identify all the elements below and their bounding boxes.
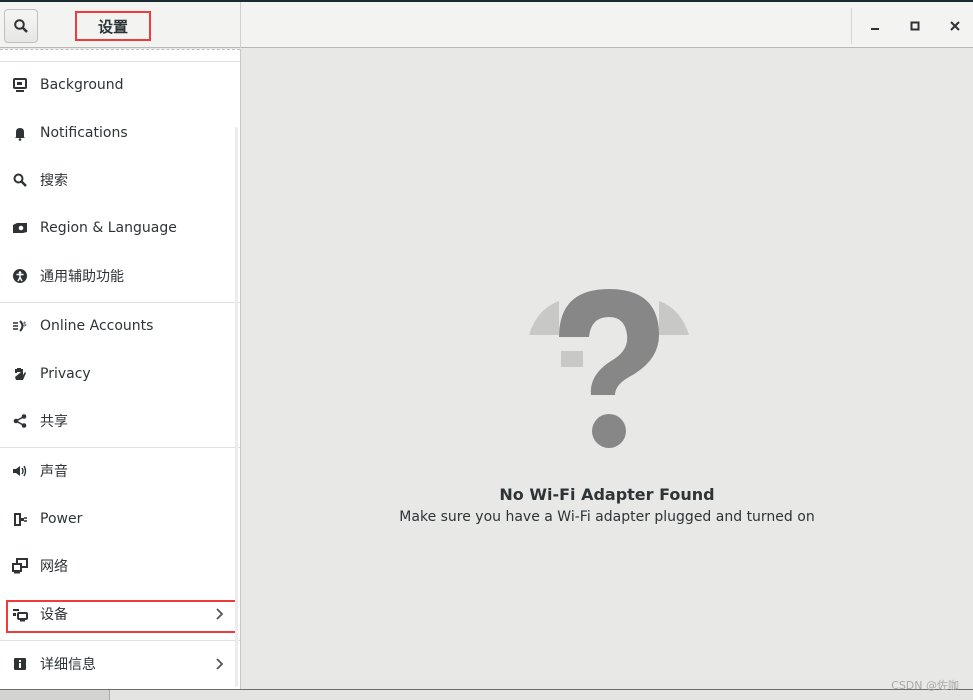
- sidebar-item-label: Online Accounts: [40, 318, 154, 334]
- divider: [0, 447, 240, 448]
- sidebar-item-label: 详细信息: [40, 657, 96, 673]
- sidebar-item[interactable]: Background: [0, 62, 240, 108]
- sidebar-item-label: Region & Language: [40, 220, 177, 236]
- svg-text:$: $: [23, 321, 27, 328]
- sidebar-item[interactable]: $ Online Accounts: [0, 303, 240, 349]
- region-icon: [12, 220, 28, 236]
- speaker-icon: [12, 463, 28, 479]
- sidebar-item[interactable]: 共享: [0, 398, 240, 444]
- sidebar-item-label: Background: [40, 77, 124, 93]
- chevron-right-icon: [216, 655, 224, 674]
- sidebar-item[interactable]: 网络: [0, 543, 240, 589]
- close-button[interactable]: [945, 16, 965, 36]
- sidebar-item[interactable]: Power: [0, 496, 240, 542]
- background-icon: [12, 77, 28, 93]
- sidebar-item[interactable]: 声音: [0, 448, 240, 494]
- search-button[interactable]: [4, 9, 38, 43]
- maximize-icon: [910, 21, 920, 31]
- info-icon: [12, 656, 28, 672]
- bell-icon: [12, 125, 28, 141]
- sidebar-item[interactable]: 通用辅助功能: [0, 253, 240, 299]
- controls-separator: [851, 8, 852, 44]
- minimize-button[interactable]: [865, 16, 885, 36]
- window-title: 设置: [75, 11, 151, 41]
- sidebar-item-label: Privacy: [40, 366, 91, 382]
- hand-icon: [12, 366, 28, 382]
- accessibility-icon: [12, 268, 28, 284]
- network-icon: [12, 558, 28, 574]
- search-icon: [14, 19, 28, 33]
- sidebar-item-label: 通用辅助功能: [40, 269, 124, 285]
- sidebar-item[interactable]: 搜索: [0, 157, 240, 203]
- sidebar-item-label: 网络: [40, 559, 68, 575]
- divider: [0, 640, 240, 641]
- highlight-box: [6, 600, 237, 633]
- search-icon: [12, 172, 28, 188]
- horizontal-scrollbar[interactable]: [0, 689, 973, 700]
- sidebar-item-label: Power: [40, 511, 83, 527]
- question-icon: [529, 289, 689, 448]
- sidebar: Background Notifications 搜索 Region & Langua…: [0, 49, 241, 689]
- header-separator: [240, 2, 241, 48]
- empty-title: No Wi-Fi Adapter Found: [499, 485, 715, 504]
- sidebar-scrollbar[interactable]: [235, 127, 238, 687]
- header-bar: 设置: [0, 2, 973, 48]
- sidebar-item-label: 声音: [40, 464, 68, 480]
- sidebar-item[interactable]: Privacy: [0, 351, 240, 397]
- sidebar-item-label: 搜索: [40, 173, 68, 189]
- dashed-divider: [0, 49, 240, 50]
- scrollbar-thumb[interactable]: [0, 690, 110, 700]
- power-icon: [12, 511, 28, 527]
- sidebar-item-label: 共享: [40, 414, 68, 430]
- sidebar-item[interactable]: Region & Language: [0, 205, 240, 251]
- minimize-icon: [871, 28, 879, 30]
- wifi-empty-state: No Wi-Fi Adapter Found Make sure you hav…: [241, 49, 973, 689]
- online-accounts-icon: $: [12, 318, 28, 334]
- watermark: CSDN @佐咖: [891, 679, 959, 692]
- sidebar-item[interactable]: 详细信息: [0, 641, 240, 687]
- share-icon: [12, 413, 28, 429]
- sidebar-item-label: Notifications: [40, 125, 128, 141]
- divider: [0, 302, 240, 303]
- close-icon: [950, 21, 960, 31]
- empty-subtitle: Make sure you have a Wi-Fi adapter plugg…: [399, 509, 815, 525]
- sidebar-item[interactable]: Notifications: [0, 110, 240, 156]
- maximize-button[interactable]: [905, 16, 925, 36]
